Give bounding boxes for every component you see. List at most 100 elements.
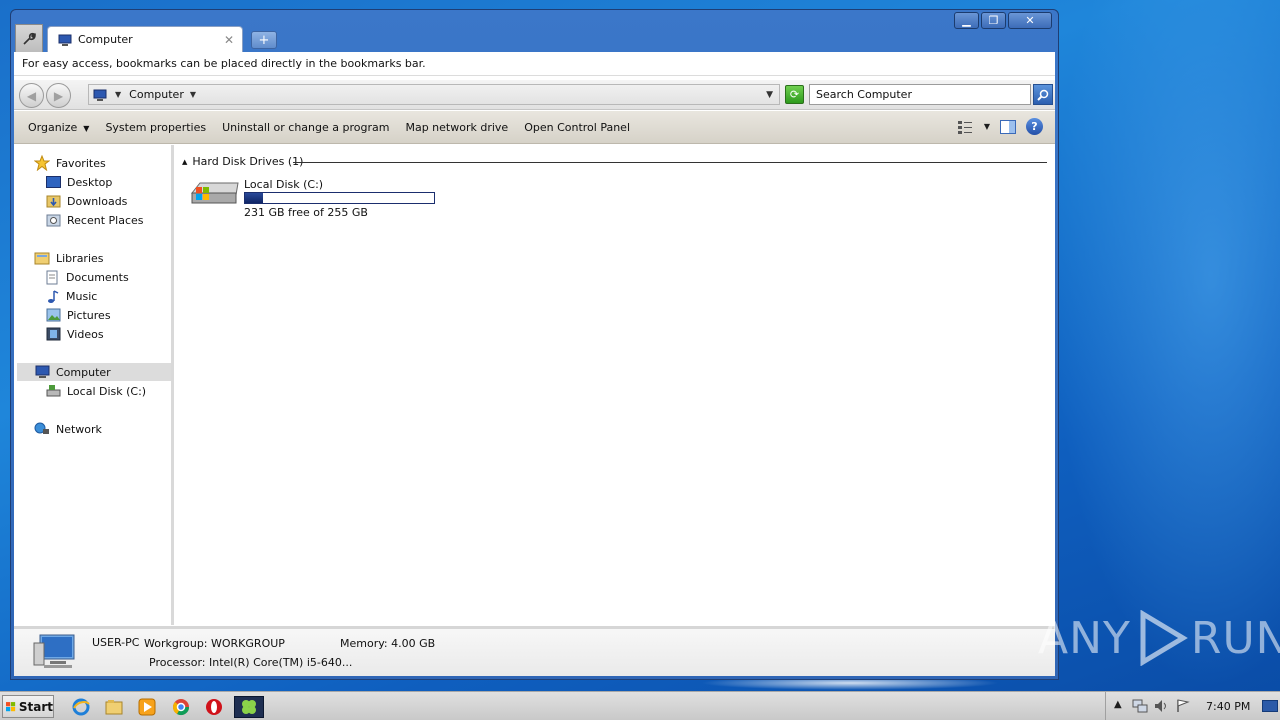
processor: Processor: Intel(R) Core(TM) i5-640... [149,656,353,669]
music-icon [48,289,59,303]
clock[interactable]: 7:40 PM [1206,700,1250,713]
system-properties-button[interactable]: System properties [105,121,206,134]
sidebar-item-local-disk[interactable]: Local Disk (C:) [46,382,146,400]
organize-label: Organize [28,120,78,134]
back-button[interactable]: ◀ [19,83,44,108]
documents-icon [46,270,58,284]
media-player-icon[interactable] [136,696,158,718]
network-tray-icon[interactable] [1132,699,1148,713]
watermark: ANY RUN [1038,610,1280,666]
star-icon [34,155,50,171]
show-desktop-button[interactable] [1262,700,1278,712]
windows-logo-icon [6,701,16,711]
watermark-right: RUN [1190,612,1280,664]
sidebar-item-pictures[interactable]: Pictures [46,306,111,324]
computer-icon [35,365,50,378]
address-row: ◀ ▶ ▼ Computer ▼ ▼ ⟳ Search Computer [14,80,1055,110]
refresh-icon[interactable]: ⟳ [785,85,804,104]
computer-icon [33,634,75,668]
sidebar-item-music[interactable]: Music [46,287,97,305]
tab-computer[interactable]: Computer ✕ [47,26,243,52]
address-bar[interactable]: ▼ Computer ▼ ▼ [88,84,780,105]
sidebar-item-label: Favorites [56,156,106,170]
start-label: Start [18,699,53,714]
group-divider [293,162,1047,163]
sidebar-item-label: Computer [56,365,111,379]
new-tab-button[interactable]: + [251,31,277,49]
preview-pane-icon[interactable] [1000,119,1016,134]
start-button[interactable]: Start [2,695,54,718]
forward-button[interactable]: ▶ [46,83,71,108]
watermark-left: ANY [1038,612,1131,664]
sidebar-item-label: Desktop [67,175,113,189]
opera-icon[interactable] [203,696,225,718]
sidebar-item-libraries[interactable]: Libraries [34,249,104,267]
internet-explorer-icon[interactable] [70,696,92,718]
explorer-content: For easy access, bookmarks can be placed… [14,52,1055,676]
sidebar-item-label: Local Disk (C:) [67,384,147,398]
sidebar-item-label: Music [66,289,98,303]
tab-title: Computer [78,33,133,46]
desktop-background-glow [1050,0,1280,690]
collapse-arrow-icon[interactable]: ▲ [182,158,187,166]
breadcrumb-caret-icon[interactable]: ▼ [115,90,121,99]
sidebar-item-network[interactable]: Network [34,420,102,438]
map-network-drive-button[interactable]: Map network drive [405,121,508,134]
group-header-hard-disks[interactable]: ▲ Hard Disk Drives (1) [182,155,303,168]
sidebar-item-label: Downloads [67,194,128,208]
taskbar: Start ▲ 7:40 PM [0,691,1280,720]
sidebar-item-documents[interactable]: Documents [46,268,129,286]
view-dropdown-icon[interactable]: ▼ [984,122,990,131]
open-control-panel-button[interactable]: Open Control Panel [524,121,630,134]
pictures-icon [46,308,61,322]
workgroup: Workgroup: WORKGROUP [144,637,285,650]
sidebar-item-label: Libraries [56,251,104,265]
drive-usage-fill [245,193,263,203]
bookmarks-bar: For easy access, bookmarks can be placed… [14,52,1055,76]
drive-free-space: 231 GB free of 255 GB [244,206,368,219]
sidebar-item-favorites[interactable]: Favorites [34,154,106,172]
sidebar-item-label: Recent Places [67,213,144,227]
tab-strip: Computer ✕ + [15,24,1050,52]
hard-drive-icon [190,182,239,204]
show-hidden-icons-icon[interactable]: ▲ [1114,699,1122,710]
wrench-icon[interactable] [15,24,43,52]
videos-icon [46,327,61,341]
libraries-icon [34,252,50,265]
address-history-dropdown-icon[interactable]: ▼ [766,90,773,100]
organize-button[interactable]: Organize ▼ [28,121,89,134]
help-icon[interactable]: ? [1026,118,1043,135]
system-tray: ▲ 7:40 PM [1105,692,1280,720]
pc-name: USER-PC [92,636,140,649]
sidebar-item-videos[interactable]: Videos [46,325,104,343]
memory: Memory: 4.00 GB [340,637,436,650]
sidebar-item-label: Network [56,422,102,436]
sidebar-item-computer[interactable]: Computer [17,363,171,381]
close-tab-icon[interactable]: ✕ [224,33,234,47]
sidebar-item-downloads[interactable]: Downloads [46,192,127,210]
sidebar-item-label: Videos [67,327,104,341]
sidebar-item-desktop[interactable]: Desktop [46,173,112,191]
active-app-icon[interactable] [234,696,264,718]
search-icon[interactable] [1033,84,1053,105]
uninstall-program-button[interactable]: Uninstall or change a program [222,121,389,134]
sidebar-item-label: Pictures [67,308,111,322]
chevron-down-icon: ▼ [83,123,90,133]
breadcrumb-dropdown-icon[interactable]: ▼ [190,90,196,99]
breadcrumb-computer[interactable]: Computer [129,88,184,101]
group-header-label: Hard Disk Drives (1) [192,155,304,168]
volume-icon[interactable] [1154,699,1170,713]
downloads-icon [46,195,61,208]
file-explorer-icon[interactable] [103,696,125,718]
sidebar-item-label: Documents [66,270,129,284]
chrome-icon[interactable] [170,696,192,718]
computer-icon [58,34,72,46]
drive-local-disk[interactable]: Local Disk (C:) 231 GB free of 255 GB [190,173,435,219]
view-options-icon[interactable] [957,120,974,134]
details-pane: USER-PC Workgroup: WORKGROUP Memory: 4.0… [14,626,1055,676]
sidebar-item-recent-places[interactable]: Recent Places [46,211,144,229]
action-center-flag-icon[interactable] [1176,699,1190,713]
search-input[interactable]: Search Computer [809,84,1031,105]
play-logo-icon [1140,610,1188,666]
desktop-icon [46,176,61,188]
